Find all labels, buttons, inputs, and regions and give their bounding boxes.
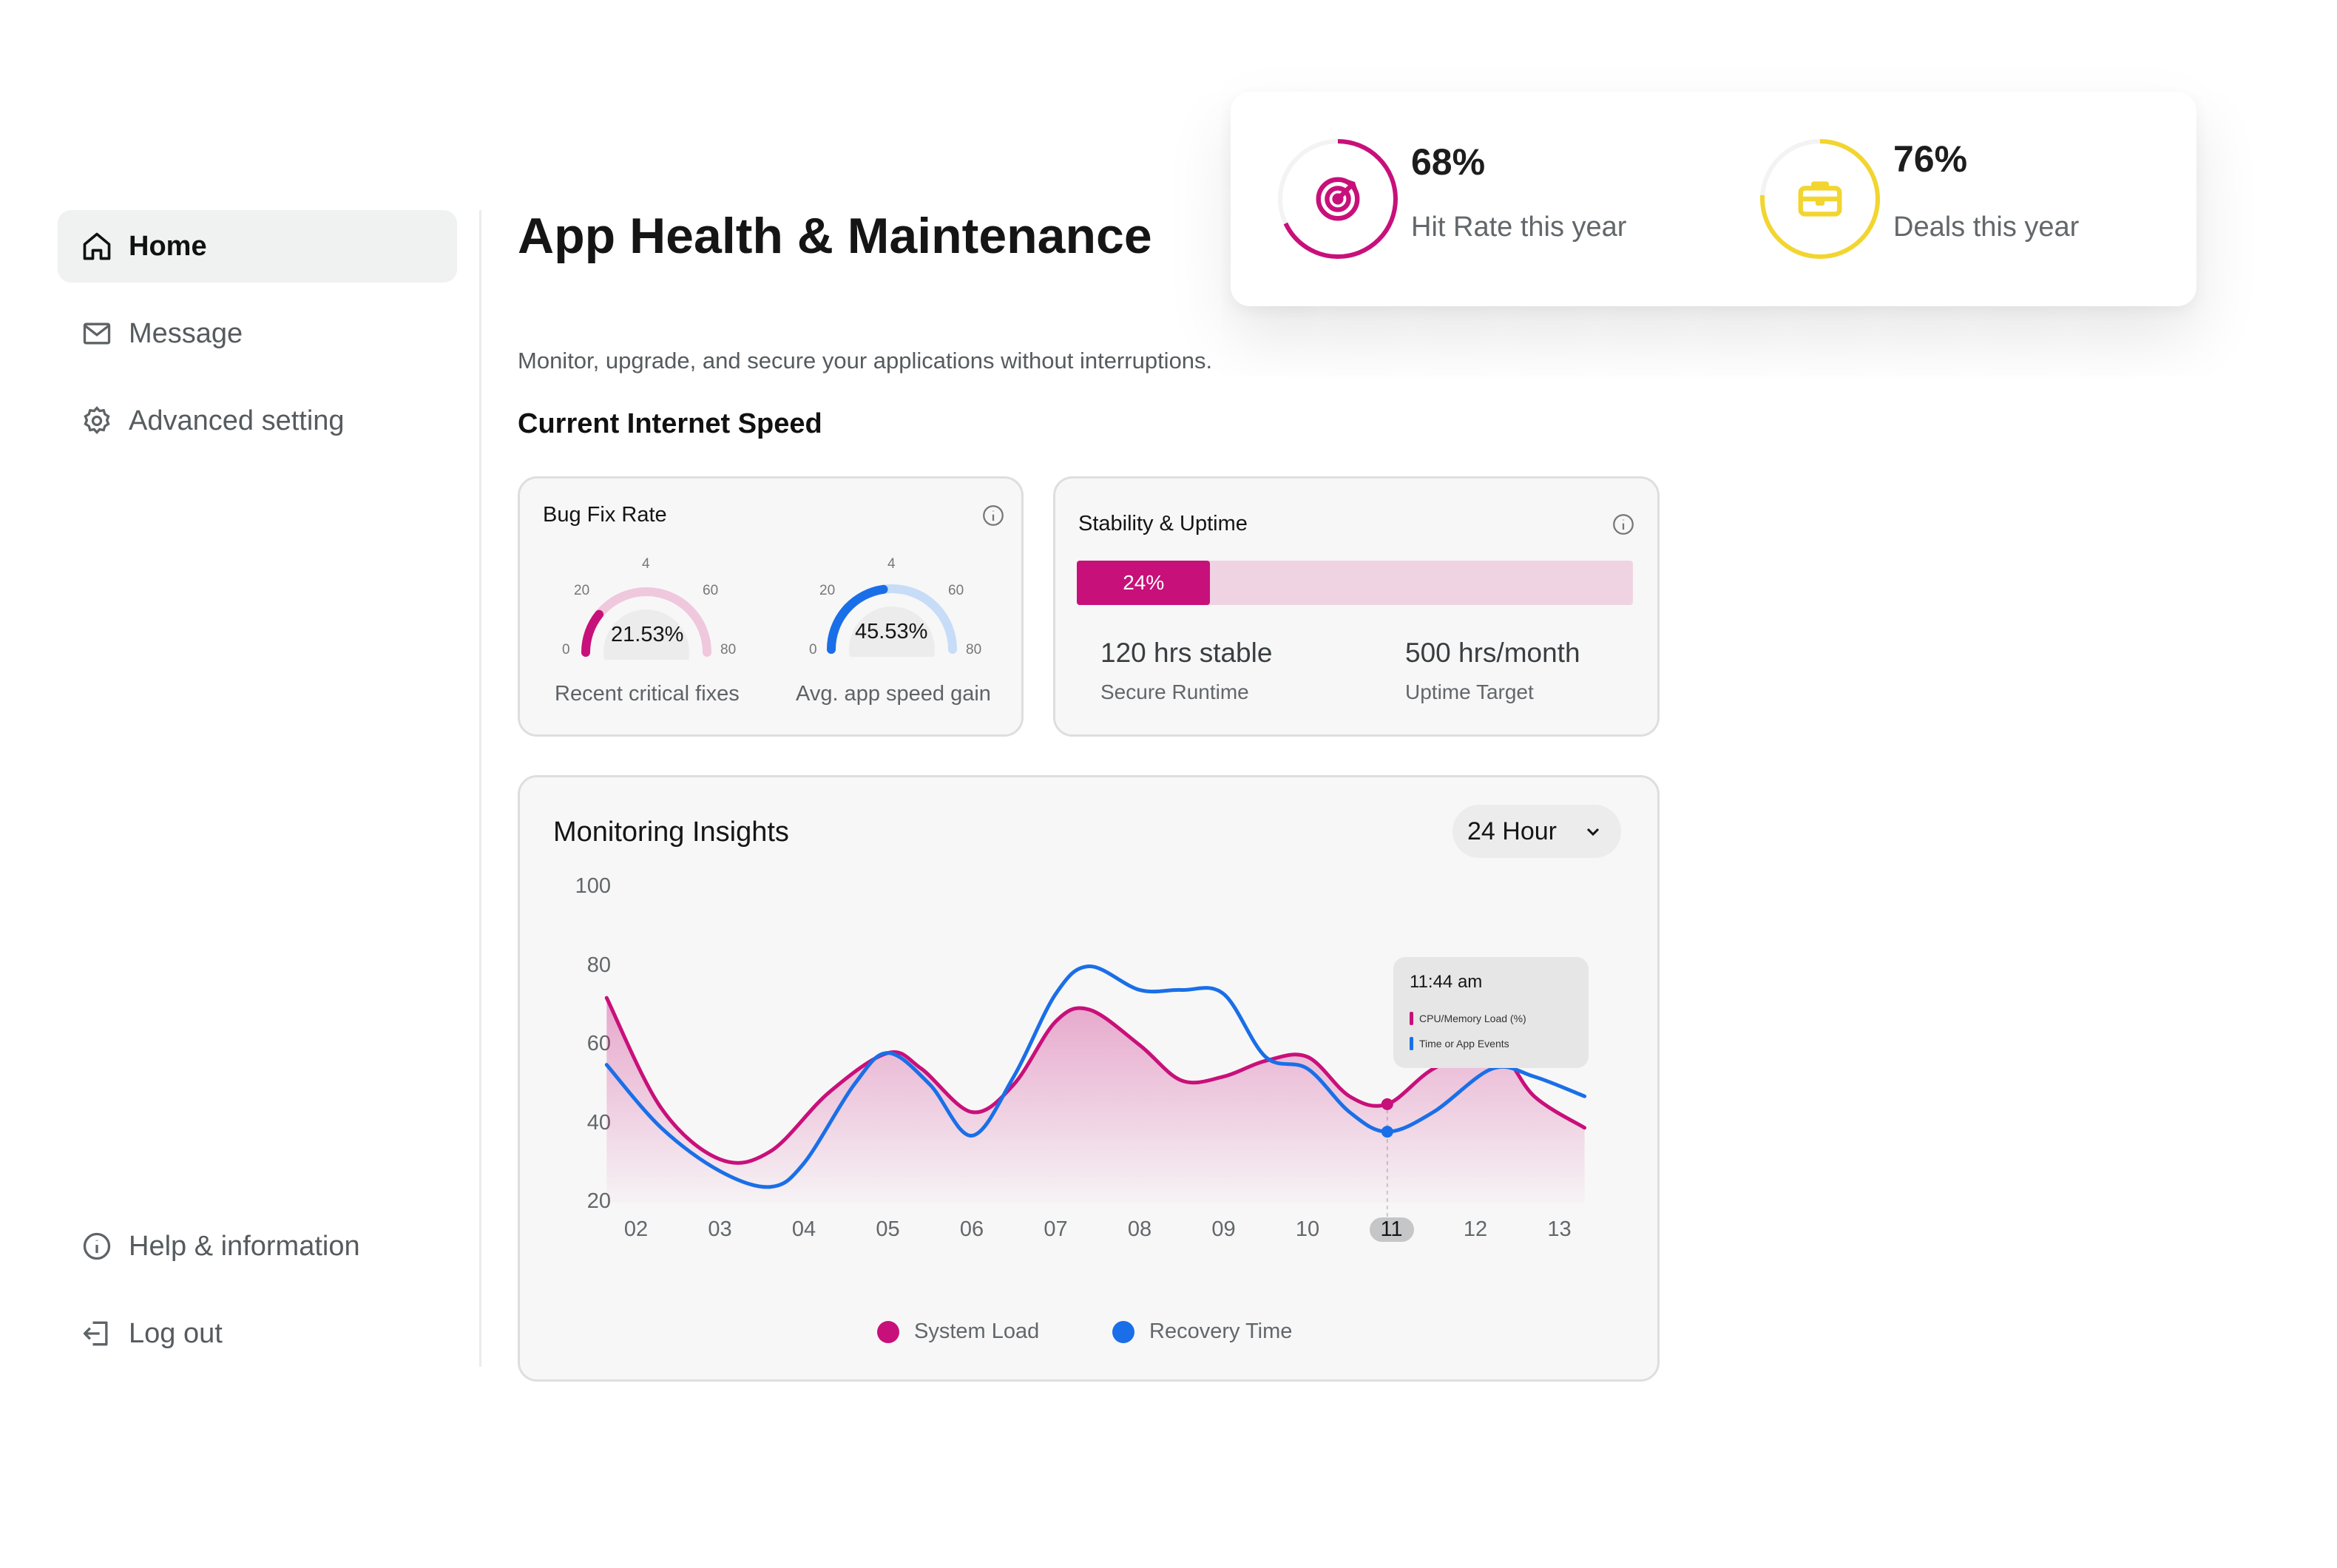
sidebar-item-advanced-setting[interactable]: Advanced setting bbox=[58, 385, 457, 457]
sidebar: Home Message Advanced setting bbox=[58, 210, 457, 472]
tooltip-swatch bbox=[1410, 1012, 1413, 1025]
chevron-down-icon bbox=[1586, 828, 1600, 837]
x-axis-tick[interactable]: 11 bbox=[1369, 1217, 1414, 1242]
y-axis-tick: 100 bbox=[575, 874, 611, 898]
sidebar-item-home[interactable]: Home bbox=[58, 210, 457, 283]
gauge-tick: 0 bbox=[562, 642, 570, 658]
home-icon bbox=[80, 229, 114, 263]
kpi-value: 76% bbox=[1893, 138, 1968, 180]
legend-swatch bbox=[877, 1320, 899, 1343]
sidebar-item-help[interactable]: Help & information bbox=[58, 1210, 457, 1283]
x-axis-tick[interactable]: 04 bbox=[782, 1217, 826, 1242]
sidebar-item-label: Log out bbox=[129, 1317, 223, 1349]
chart-tooltip: 11:44 am CPU/Memory Load (%) Time or App… bbox=[1393, 957, 1589, 1068]
legend-label: System Load bbox=[914, 1319, 1040, 1343]
x-axis-tick[interactable]: 06 bbox=[950, 1217, 994, 1242]
y-axis-tick: 20 bbox=[586, 1189, 611, 1213]
gauge-tick: 20 bbox=[574, 583, 590, 598]
sidebar-item-label: Message bbox=[129, 317, 243, 349]
stat-label: Secure Runtime bbox=[1100, 680, 1249, 703]
x-axis-tick[interactable]: 13 bbox=[1538, 1217, 1582, 1242]
stat-value: 120 hrs stable bbox=[1100, 638, 1273, 668]
x-axis-tick[interactable]: 10 bbox=[1285, 1217, 1330, 1242]
uptime-progress-fill: 24% bbox=[1077, 561, 1211, 605]
legend-item-recovery-time[interactable]: Recovery Time bbox=[1112, 1319, 1292, 1344]
info-icon[interactable] bbox=[981, 503, 1006, 528]
stat-value: 500 hrs/month bbox=[1405, 638, 1580, 668]
monitoring-title: Monitoring Insights bbox=[553, 817, 789, 848]
gauge-tick: 20 bbox=[819, 583, 836, 598]
kpi-card: 68% Hit Rate this year 76% Deals this ye… bbox=[1231, 92, 2196, 306]
y-axis-tick: 60 bbox=[586, 1032, 611, 1055]
gauge-value: 45.53% bbox=[855, 620, 928, 643]
sidebar-divider bbox=[479, 210, 481, 1367]
x-axis-tick[interactable]: 12 bbox=[1453, 1217, 1498, 1242]
x-axis-tick[interactable]: 09 bbox=[1202, 1217, 1246, 1242]
kpi-label: Hit Rate this year bbox=[1411, 212, 1627, 243]
legend-label: Recovery Time bbox=[1149, 1319, 1293, 1343]
uptime-progress-track: 24% bbox=[1077, 561, 1633, 605]
info-icon[interactable] bbox=[1611, 512, 1636, 537]
bug-fix-title: Bug Fix Rate bbox=[543, 503, 667, 527]
target-icon bbox=[1316, 177, 1360, 221]
stat-label: Uptime Target bbox=[1405, 680, 1534, 703]
x-axis-tick[interactable]: 03 bbox=[698, 1217, 743, 1242]
sidebar-item-message[interactable]: Message bbox=[58, 297, 457, 370]
x-axis-tick[interactable]: 02 bbox=[614, 1217, 658, 1242]
page-title: App Health & Maintenance bbox=[518, 208, 1152, 264]
tooltip-time: 11:44 am bbox=[1410, 972, 1483, 992]
stability-title: Stability & Uptime bbox=[1078, 512, 1248, 535]
page-subtitle: Monitor, upgrade, and secure your applic… bbox=[518, 348, 1213, 374]
y-axis-tick: 40 bbox=[586, 1110, 611, 1135]
kpi-value: 68% bbox=[1411, 141, 1486, 183]
gauge-tick: 60 bbox=[703, 583, 719, 598]
gauge-tick: 80 bbox=[720, 642, 737, 658]
tooltip-swatch bbox=[1410, 1037, 1413, 1050]
tooltip-row: CPU/Memory Load (%) bbox=[1410, 1012, 1526, 1025]
gear-icon bbox=[80, 404, 114, 438]
gauge-tick: 60 bbox=[948, 583, 964, 598]
gauge-tick: 0 bbox=[809, 642, 817, 658]
gauge-tick: 4 bbox=[887, 556, 896, 572]
range-select[interactable]: 24 Hour bbox=[1452, 805, 1621, 858]
x-axis-tick[interactable]: 08 bbox=[1117, 1217, 1162, 1242]
range-select-value: 24 Hour bbox=[1467, 817, 1557, 845]
tooltip-row: Time or App Events bbox=[1410, 1037, 1509, 1050]
legend-item-system-load[interactable]: System Load bbox=[877, 1319, 1039, 1344]
sidebar-item-logout[interactable]: Log out bbox=[58, 1297, 457, 1370]
x-axis-tick[interactable]: 07 bbox=[1034, 1217, 1078, 1242]
gauge-tick: 4 bbox=[642, 556, 650, 572]
tooltip-row-label: CPU/Memory Load (%) bbox=[1419, 1013, 1526, 1024]
gauge-value: 21.53% bbox=[611, 623, 684, 646]
sidebar-footer: Help & information Log out bbox=[58, 1210, 457, 1385]
sidebar-item-label: Advanced setting bbox=[129, 405, 345, 436]
sidebar-item-label: Help & information bbox=[129, 1230, 360, 1262]
gauge-fill bbox=[581, 609, 604, 657]
monitoring-card bbox=[518, 775, 1660, 1382]
y-axis-tick: 80 bbox=[586, 953, 611, 977]
gauge-tick: 80 bbox=[966, 642, 982, 658]
info-icon bbox=[80, 1229, 114, 1263]
section-title: Current Internet Speed bbox=[518, 408, 822, 439]
tooltip-row-label: Time or App Events bbox=[1419, 1038, 1509, 1050]
logout-icon bbox=[80, 1317, 114, 1351]
x-axis-tick[interactable]: 05 bbox=[866, 1217, 910, 1242]
kpi-label: Deals this year bbox=[1893, 212, 2080, 243]
briefcase-icon bbox=[1798, 181, 1842, 217]
mail-icon bbox=[80, 317, 114, 351]
legend-swatch bbox=[1112, 1320, 1134, 1343]
gauge-caption: Recent critical fixes bbox=[555, 682, 740, 706]
gauge-caption: Avg. app speed gain bbox=[796, 682, 991, 706]
sidebar-item-label: Home bbox=[129, 230, 207, 262]
